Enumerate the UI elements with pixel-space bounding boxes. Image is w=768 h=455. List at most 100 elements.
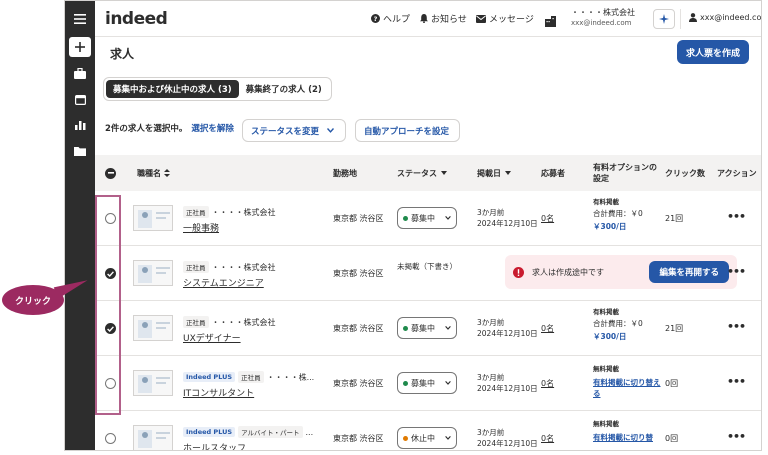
applicants-link[interactable]: 0名 — [541, 213, 554, 224]
click-count: 0回 — [665, 379, 679, 388]
resume-edit-button[interactable]: 編集を再開する — [649, 261, 729, 283]
employment-type-tag: 正社員 — [183, 206, 209, 218]
help-link[interactable]: ? ヘルプ — [371, 12, 410, 25]
option-title: 無料掲載 — [593, 365, 619, 373]
deselect-link[interactable]: 選択を解除 — [191, 122, 234, 134]
option-cost: 合計費用：￥0 — [593, 209, 643, 218]
status-select[interactable]: 募集中 — [397, 207, 457, 229]
posted-ago: 3か月前 — [477, 208, 505, 217]
select-all-checkbox[interactable] — [105, 155, 116, 191]
click-callout: クリック — [2, 285, 64, 315]
more-actions-icon[interactable]: ••• — [727, 210, 746, 223]
applicants-link[interactable]: 0名 — [541, 323, 554, 334]
table-row[interactable]: Indeed PLUS 正社員 ・・・・株... ITコンサルタント 東京都 渋谷区… — [95, 356, 761, 411]
applicants-link[interactable]: 0名 — [541, 433, 554, 444]
employment-type-tag: 正社員 — [183, 261, 209, 273]
option-cost: 合計費用：￥0 — [593, 319, 643, 328]
status-select[interactable]: 募集中 — [397, 317, 457, 339]
add-icon[interactable] — [69, 37, 91, 57]
posted-ago: 3か月前 — [477, 318, 505, 327]
company-switcher[interactable]: ・・・・株式会社 xxx@indeed.com — [571, 7, 635, 29]
job-title-link[interactable]: UXデザイナー — [183, 331, 241, 344]
more-actions-icon[interactable]: ••• — [727, 430, 746, 443]
status-dot — [403, 325, 408, 331]
chevron-down-icon — [445, 326, 451, 330]
more-actions-icon[interactable]: ••• — [727, 320, 746, 333]
user-menu[interactable]: xxx@indeed.co... — [689, 13, 762, 22]
table-row[interactable]: Indeed PLUS アルバイト・パート... ホールスタッフ 東京都 渋谷区 … — [95, 411, 761, 450]
location-text: 東京都 渋谷区 — [333, 269, 384, 278]
selection-bar: 2件の求人を選択中。 選択を解除 — [105, 122, 234, 134]
switch-to-paid-link[interactable]: 有料掲載に切り替 — [593, 432, 653, 443]
top-header: indeed ? ヘルプ お知らせ メッセージ ・・・・株式会社 xxx@ind… — [95, 1, 761, 37]
more-actions-icon[interactable]: ••• — [727, 375, 746, 388]
company-name: ・・・・株式会社 — [211, 207, 276, 217]
posted-date: 2024年12月10日 — [477, 384, 538, 393]
table-row[interactable]: 正社員 ・・・・株式会社 システムエンジニア 東京都 渋谷区 未掲載（下書き） 求… — [95, 246, 761, 301]
posted-ago: 3か月前 — [477, 373, 505, 382]
job-title-link[interactable]: システムエンジニア — [183, 276, 264, 289]
menu-icon[interactable] — [69, 9, 91, 29]
user-email: xxx@indeed.co... — [700, 13, 762, 22]
column-header-action: アクション — [717, 168, 757, 178]
chevron-down-icon — [327, 128, 335, 133]
status-select[interactable]: 募集中 — [397, 372, 457, 394]
notifications-label: お知らせ — [431, 15, 467, 25]
calendar-icon[interactable] — [69, 89, 91, 109]
draft-status-text: 未掲載（下書き） — [397, 262, 457, 271]
bell-icon — [420, 14, 428, 23]
briefcase-icon[interactable] — [69, 63, 91, 83]
create-job-button[interactable]: 求人票を作成 — [677, 40, 749, 64]
job-thumbnail-image — [133, 425, 173, 450]
click-count: 21回 — [665, 214, 684, 223]
job-title-link[interactable]: ホールスタッフ — [183, 441, 246, 450]
sort-icon — [164, 169, 170, 177]
switch-to-paid-link[interactable]: 有料掲載に切り替える — [593, 377, 661, 399]
draft-banner-text: 求人は作成途中です — [532, 267, 604, 277]
auto-approach-button[interactable]: 自動アプローチを設定 — [355, 119, 460, 142]
location-text: 東京都 渋谷区 — [333, 324, 384, 333]
status-select[interactable]: 休止中 — [397, 427, 457, 449]
messages-link[interactable]: メッセージ — [476, 12, 534, 25]
option-budget-link[interactable]: ￥300/日 — [593, 221, 626, 232]
tab-closed-jobs[interactable]: 募集終了の求人 (2) — [239, 80, 329, 98]
column-header-options: 有料オプションの設定 — [593, 163, 657, 183]
column-header-title[interactable]: 職種名 — [137, 155, 170, 191]
table-header: 職種名 勤務地 ステータス 掲載日 応募者 有料オプションの設定 クリック数 ア… — [95, 155, 761, 191]
company-name: ・・・・株式会社 — [211, 317, 276, 327]
chevron-down-icon — [445, 216, 451, 220]
checkbox-highlight-box — [95, 195, 121, 415]
posted-date: 2024年12月10日 — [477, 439, 538, 448]
column-header-posted[interactable]: 掲載日 — [477, 155, 511, 191]
analytics-icon[interactable] — [69, 115, 91, 135]
ai-sparkle-button[interactable] — [653, 9, 675, 29]
change-status-label: ステータスを変更 — [251, 126, 320, 137]
table-row[interactable]: 正社員 ・・・・株式会社 UXデザイナー 東京都 渋谷区 募集中 3か月前 202… — [95, 301, 761, 356]
selection-count: 2件の求人を選択中。 — [105, 124, 188, 134]
column-header-applicants: 応募者 — [541, 168, 565, 178]
job-title-link[interactable]: ITコンサルタント — [183, 386, 254, 399]
indeed-logo[interactable]: indeed — [105, 9, 168, 29]
notifications-link[interactable]: お知らせ — [420, 12, 467, 25]
row-checkbox[interactable] — [105, 433, 116, 444]
job-title-link[interactable]: 一般事務 — [183, 221, 219, 234]
employment-type-tag: 正社員 — [183, 316, 209, 328]
column-header-location: 勤務地 — [333, 168, 357, 178]
svg-text:?: ? — [374, 15, 378, 23]
folder-icon[interactable] — [69, 141, 91, 161]
table-row[interactable]: 正社員 ・・・・株式会社 一般事務 東京都 渋谷区 募集中 3か月前 2024年1… — [95, 191, 761, 246]
option-budget-link[interactable]: ￥300/日 — [593, 331, 626, 342]
location-text: 東京都 渋谷区 — [333, 379, 384, 388]
tab-open-jobs[interactable]: 募集中および休止中の求人 (3) — [106, 80, 239, 98]
applicants-link[interactable]: 0名 — [541, 378, 554, 389]
change-status-button[interactable]: ステータスを変更 — [242, 119, 346, 142]
company-name: ・・・・株式会社 — [571, 8, 635, 17]
status-dot — [403, 380, 408, 386]
job-thumbnail-image — [133, 205, 173, 231]
more-actions-icon[interactable]: ••• — [727, 265, 746, 278]
column-header-status[interactable]: ステータス — [397, 155, 447, 191]
chevron-down-icon — [445, 381, 451, 385]
building-icon — [545, 12, 556, 31]
company-email: xxx@indeed.com — [571, 19, 632, 27]
user-icon — [689, 13, 697, 22]
